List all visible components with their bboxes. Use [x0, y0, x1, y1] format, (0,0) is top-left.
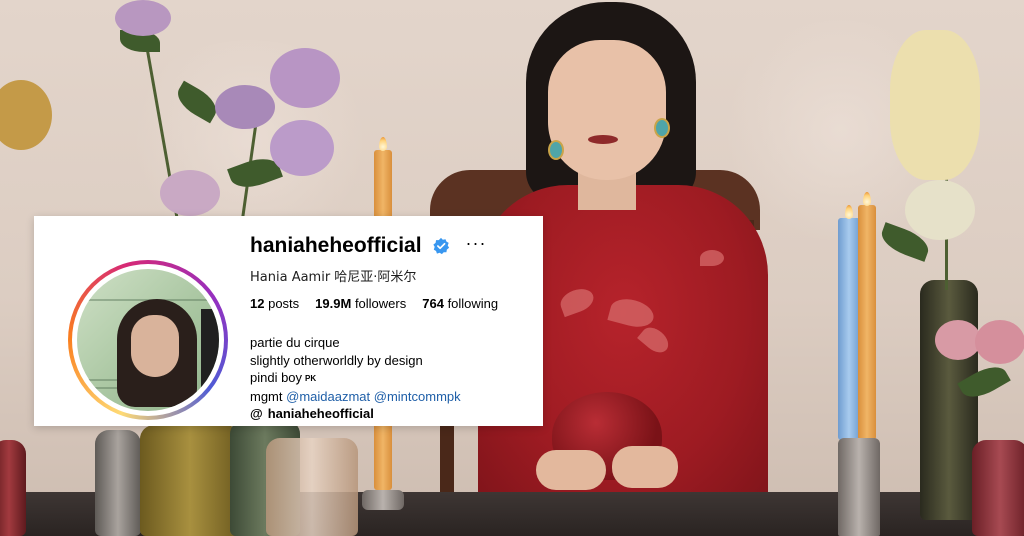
- bio-line: pindi boy PK: [250, 369, 461, 388]
- username-row: haniaheheofficial ···: [250, 234, 487, 258]
- cream-bloom: [890, 30, 980, 180]
- pink-bloom: [975, 320, 1024, 364]
- dark-bottle: [920, 280, 978, 520]
- lilac-bloom: [270, 48, 340, 108]
- story-ring[interactable]: [68, 260, 228, 420]
- glass-vase: [266, 438, 358, 536]
- woman-face: [548, 40, 666, 180]
- mention-link[interactable]: @mintcommpk: [374, 389, 461, 404]
- orange-candle: [858, 205, 876, 440]
- profile-stats: 12 posts 19.9M followers 764 following: [250, 296, 498, 311]
- woman-lips: [588, 135, 618, 144]
- ellipsis-icon[interactable]: ···: [466, 234, 487, 252]
- hand: [536, 450, 606, 490]
- dress-embroidery: [700, 250, 724, 266]
- avatar-shadow: [201, 309, 219, 389]
- threads-handle: haniaheheofficial: [267, 406, 374, 421]
- mention-link[interactable]: @maidaazmat: [286, 389, 370, 404]
- avatar[interactable]: [77, 269, 219, 411]
- username[interactable]: haniaheheofficial: [250, 234, 422, 258]
- candle-holder: [362, 490, 404, 510]
- candle-flame: [845, 205, 853, 219]
- lilac-bloom: [270, 120, 334, 176]
- bio-line: partie du cirque: [250, 335, 340, 350]
- glass-bottle: [140, 425, 240, 536]
- posts-label: posts: [268, 296, 300, 311]
- wall-texture: [120, 40, 380, 240]
- metal-candlestick: [95, 430, 141, 536]
- earring: [548, 140, 564, 160]
- lilac-bloom: [115, 0, 171, 36]
- followers-label: followers: [354, 296, 407, 311]
- following-stat[interactable]: 764 following: [422, 296, 498, 311]
- earring: [654, 118, 670, 138]
- background-photo: haniaheheofficial ··· Hania Aamir 哈尼亚·阿米…: [0, 0, 1024, 536]
- followers-stat[interactable]: 19.9M followers: [315, 296, 406, 311]
- posts-count: 12: [250, 296, 265, 311]
- following-count: 764: [422, 296, 444, 311]
- id-card-line: [87, 387, 121, 389]
- bio-text: pindi boy: [250, 370, 303, 385]
- red-vase: [972, 440, 1024, 536]
- blue-candle: [838, 218, 860, 440]
- full-name: Hania Aamir 哈尼亚·阿米尔: [250, 270, 417, 285]
- threads-icon: @: [250, 406, 263, 421]
- bio-line: slightly otherworldly by design: [250, 352, 423, 368]
- followers-count: 19.9M: [315, 296, 352, 311]
- bio: partie du cirque slightly otherworldly b…: [250, 334, 461, 423]
- yellow-bloom: [0, 80, 52, 150]
- candle-holder: [838, 438, 880, 536]
- country-tag: PK: [305, 374, 317, 383]
- avatar-face: [131, 315, 179, 377]
- following-label: following: [447, 296, 499, 311]
- instagram-profile-card: haniaheheofficial ··· Hania Aamir 哈尼亚·阿米…: [34, 216, 543, 426]
- threads-link[interactable]: @ haniaheheofficial: [250, 405, 461, 423]
- candle-flame: [863, 192, 871, 206]
- verified-badge-icon: [432, 237, 450, 255]
- mgmt-line: mgmt @maidaazmat @mintcommpk: [250, 388, 461, 406]
- posts-stat: 12 posts: [250, 296, 299, 311]
- mgmt-label: mgmt: [250, 388, 283, 404]
- pink-bloom: [160, 170, 220, 216]
- red-vase: [0, 440, 26, 536]
- hand: [612, 446, 678, 488]
- cream-bloom: [905, 180, 975, 240]
- candle-flame: [379, 137, 387, 151]
- lilac-bloom: [215, 85, 275, 129]
